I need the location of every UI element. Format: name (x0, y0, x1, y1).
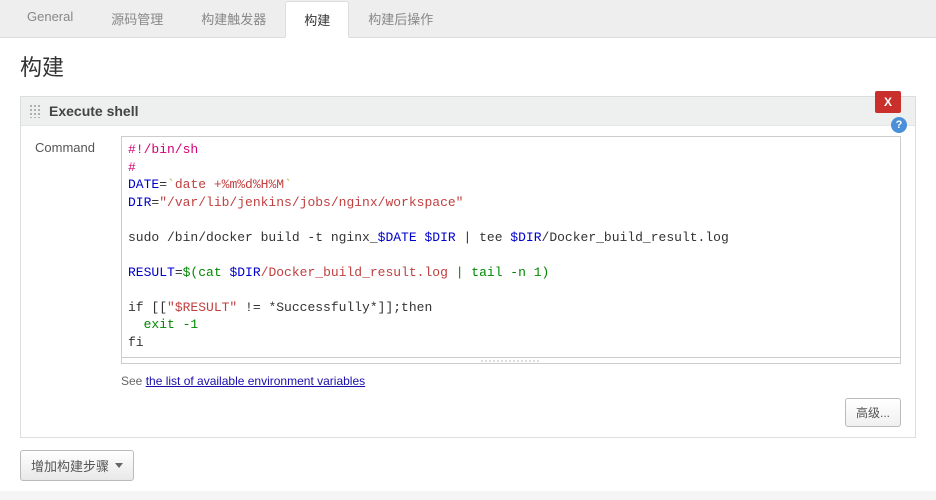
section-title: 构建 (20, 50, 916, 82)
add-step-label: 增加构建步骤 (31, 456, 109, 475)
tab-postbuild[interactable]: 构建后操作 (349, 0, 452, 37)
build-step-execute-shell: X ? Execute shell Command #!/bin/sh # DA… (20, 96, 916, 438)
tab-scm[interactable]: 源码管理 (92, 0, 182, 37)
step-header: Execute shell (21, 97, 915, 126)
build-section: 构建 X ? Execute shell Command #!/bin/sh #… (0, 38, 936, 491)
tab-triggers[interactable]: 构建触发器 (182, 0, 285, 37)
env-vars-hint: See the list of available environment va… (121, 374, 901, 388)
config-tabs: General 源码管理 构建触发器 构建 构建后操作 (0, 0, 936, 38)
command-label: Command (35, 136, 121, 427)
step-title: Execute shell (49, 103, 139, 119)
tab-general[interactable]: General (8, 0, 92, 37)
env-vars-link[interactable]: the list of available environment variab… (146, 374, 365, 388)
help-icon[interactable]: ? (891, 117, 907, 133)
advanced-button[interactable]: 高级... (845, 398, 901, 427)
add-build-step-button[interactable]: 增加构建步骤 (20, 450, 134, 481)
drag-handle-icon[interactable] (29, 104, 41, 118)
command-textarea[interactable]: #!/bin/sh # DATE=`date +%m%d%H%M` DIR="/… (121, 136, 901, 358)
step-body: Command #!/bin/sh # DATE=`date +%m%d%H%M… (21, 126, 915, 437)
chevron-down-icon (115, 463, 123, 468)
tab-build[interactable]: 构建 (285, 1, 349, 38)
delete-step-button[interactable]: X (875, 91, 901, 113)
resize-grip-icon[interactable] (121, 358, 901, 364)
